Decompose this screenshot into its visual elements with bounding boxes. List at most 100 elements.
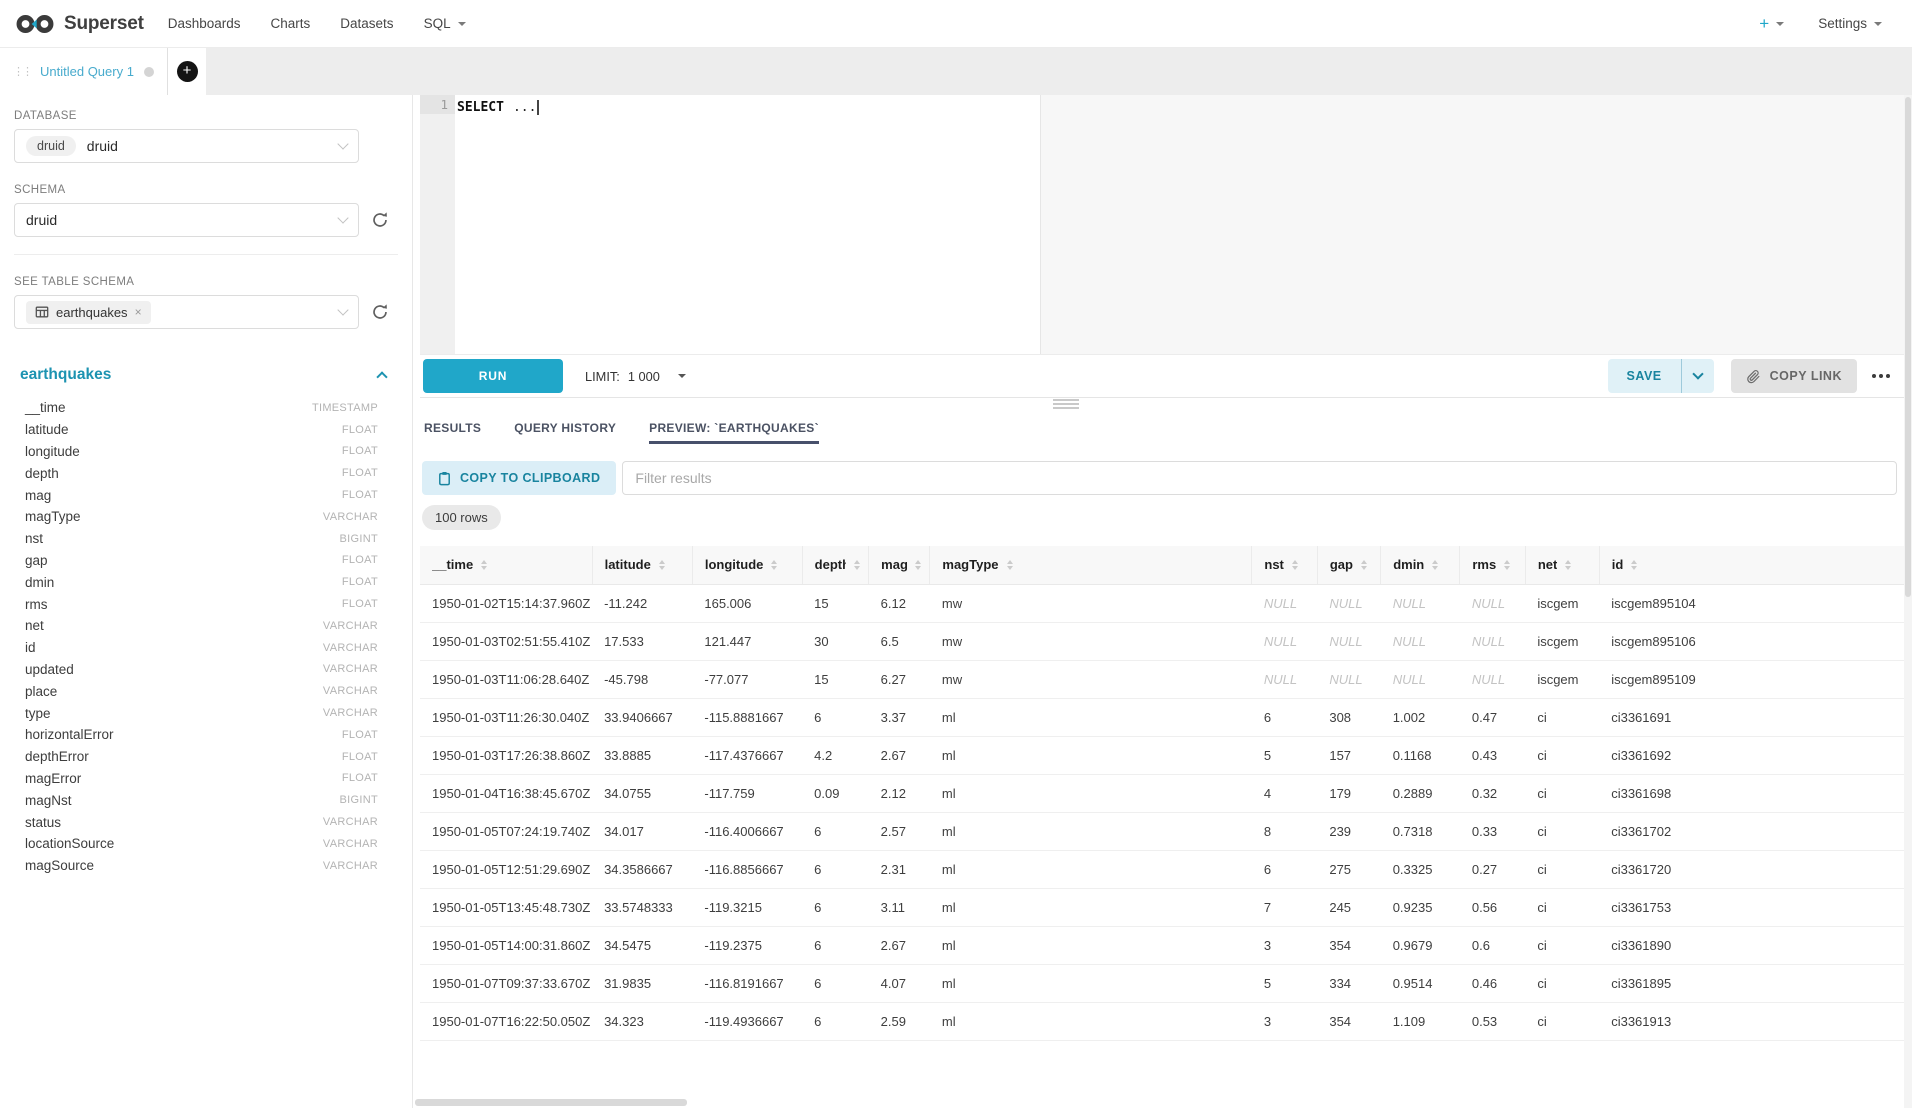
table-cell: ml bbox=[930, 964, 1252, 1002]
column-type: FLOAT bbox=[342, 467, 378, 479]
table-row: 1950-01-02T15:14:37.960Z-11.242165.00615… bbox=[420, 584, 1904, 622]
column-header-inner: dmin bbox=[1393, 557, 1451, 572]
column-name: type bbox=[25, 706, 51, 721]
new-item-button[interactable]: + bbox=[1759, 14, 1784, 34]
column-header-magtype[interactable]: magType bbox=[930, 546, 1252, 584]
column-header-inner: gap bbox=[1330, 557, 1372, 572]
column-name: longitude bbox=[25, 444, 80, 459]
table-cell: 1950-01-03T02:51:55.410Z bbox=[420, 622, 592, 660]
results-tab-query-history[interactable]: QUERY HISTORY bbox=[514, 421, 616, 444]
table-cell: 6 bbox=[802, 698, 869, 736]
schema-select[interactable]: druid bbox=[14, 203, 359, 237]
column-header-label: dmin bbox=[1393, 557, 1424, 572]
column-name: horizontalError bbox=[25, 727, 114, 742]
table-cell: -119.2375 bbox=[692, 926, 802, 964]
copy-to-clipboard-label: COPY TO CLIPBOARD bbox=[460, 471, 600, 485]
column-header-dmin[interactable]: dmin bbox=[1381, 546, 1460, 584]
column-header-label: depth bbox=[815, 557, 847, 572]
sort-icon bbox=[771, 560, 777, 570]
table-select[interactable]: earthquakes × bbox=[14, 295, 359, 329]
column-header-id[interactable]: id bbox=[1599, 546, 1904, 584]
sql-code-editor[interactable]: 1 SELECT ... bbox=[420, 95, 1912, 355]
superset-infinity-icon bbox=[14, 12, 56, 36]
null-cell: NULL bbox=[1252, 584, 1317, 622]
sort-icon bbox=[659, 560, 665, 570]
schema-column-nst: nstBIGINT bbox=[14, 528, 412, 550]
column-header-nst[interactable]: nst bbox=[1252, 546, 1317, 584]
results-tab-results[interactable]: RESULTS bbox=[424, 421, 481, 444]
table-grid-icon bbox=[35, 305, 49, 319]
nav-item-dashboards[interactable]: Dashboards bbox=[168, 16, 241, 31]
schema-column-dmin: dminFLOAT bbox=[14, 571, 412, 593]
table-cell: 1950-01-03T17:26:38.860Z bbox=[420, 736, 592, 774]
table-cell: ci bbox=[1525, 736, 1599, 774]
sort-asc-icon bbox=[481, 560, 487, 564]
column-header-label: nst bbox=[1264, 557, 1284, 572]
run-button[interactable]: RUN bbox=[423, 359, 563, 393]
column-header-mag[interactable]: mag bbox=[869, 546, 930, 584]
horizontal-scrollbar-thumb[interactable] bbox=[415, 1099, 687, 1106]
sort-icon bbox=[1631, 560, 1637, 570]
table-row: 1950-01-07T09:37:33.670Z31.9835-116.8191… bbox=[420, 964, 1904, 1002]
nav-item-sql[interactable]: SQL bbox=[424, 16, 466, 31]
filter-results-input[interactable] bbox=[622, 461, 1897, 495]
table-cell: ci bbox=[1525, 964, 1599, 1002]
table-cell: 1950-01-05T07:24:19.740Z bbox=[420, 812, 592, 850]
copy-link-button[interactable]: COPY LINK bbox=[1731, 359, 1857, 393]
save-button[interactable]: SAVE bbox=[1608, 359, 1681, 393]
column-name: __time bbox=[25, 400, 66, 415]
table-cell: ml bbox=[930, 926, 1252, 964]
sort-icon bbox=[1007, 560, 1013, 570]
save-options-button[interactable] bbox=[1681, 359, 1714, 393]
schema-value: druid bbox=[26, 212, 57, 228]
table-cell: 3 bbox=[1252, 1002, 1317, 1040]
sort-icon bbox=[1504, 560, 1510, 570]
column-header-rms[interactable]: rms bbox=[1460, 546, 1525, 584]
nav-item-datasets[interactable]: Datasets bbox=[340, 16, 393, 31]
refresh-schema-icon[interactable] bbox=[371, 211, 389, 229]
schema-column-time: __timeTIMESTAMP bbox=[14, 397, 412, 419]
table-cell: ci3361702 bbox=[1599, 812, 1904, 850]
column-header-longitude[interactable]: longitude bbox=[692, 546, 802, 584]
column-header-net[interactable]: net bbox=[1525, 546, 1599, 584]
table-cell: 0.9679 bbox=[1381, 926, 1460, 964]
brand-name: Superset bbox=[64, 13, 144, 35]
settings-menu[interactable]: Settings bbox=[1818, 16, 1882, 31]
column-header-gap[interactable]: gap bbox=[1317, 546, 1380, 584]
column-type: FLOAT bbox=[342, 772, 378, 784]
table-cell: 0.09 bbox=[802, 774, 869, 812]
caret-down-icon bbox=[1776, 22, 1784, 26]
results-tab-preview-earthquakes[interactable]: PREVIEW: `EARTHQUAKES` bbox=[649, 421, 819, 444]
resize-handle-icon[interactable] bbox=[1053, 399, 1079, 411]
column-header-time[interactable]: __time bbox=[420, 546, 592, 584]
schema-column-longitude: longitudeFLOAT bbox=[14, 441, 412, 463]
table-cell: 6 bbox=[802, 926, 869, 964]
caret-down-icon bbox=[678, 374, 686, 378]
limit-dropdown[interactable]: LIMIT: 1 000 bbox=[585, 369, 686, 384]
refresh-tables-icon[interactable] bbox=[371, 303, 389, 321]
sort-asc-icon bbox=[1504, 560, 1510, 564]
results-table: __timelatitudelongitude depth magmagType ns… bbox=[420, 546, 1904, 1041]
remove-table-icon[interactable]: × bbox=[135, 305, 142, 319]
table-row: 1950-01-03T11:26:30.040Z33.9406667-115.8… bbox=[420, 698, 1904, 736]
table-row: 1950-01-03T17:26:38.860Z33.8885-117.4376… bbox=[420, 736, 1904, 774]
copy-to-clipboard-button[interactable]: COPY TO CLIPBOARD bbox=[422, 461, 616, 495]
query-tab[interactable]: ⋮⋮ Untitled Query 1 × bbox=[0, 48, 168, 95]
nav-item-charts[interactable]: Charts bbox=[271, 16, 311, 31]
vertical-scrollbar-thumb[interactable] bbox=[1905, 97, 1911, 597]
add-tab-button[interactable]: + bbox=[177, 61, 198, 82]
column-type: FLOAT bbox=[342, 554, 378, 566]
sqllab-sidebar: DATABASE druid druid SCHEMA druid bbox=[0, 95, 413, 1108]
table-cell: 354 bbox=[1317, 1002, 1380, 1040]
table-schema-header[interactable]: earthquakes bbox=[20, 366, 386, 384]
column-header-latitude[interactable]: latitude bbox=[592, 546, 692, 584]
table-cell: 8 bbox=[1252, 812, 1317, 850]
column-header-depth[interactable]: depth bbox=[802, 546, 869, 584]
database-select[interactable]: druid druid bbox=[14, 129, 359, 163]
superset-logo[interactable]: Superset bbox=[14, 12, 144, 36]
database-label: DATABASE bbox=[14, 110, 412, 122]
table-cell: 5 bbox=[1252, 964, 1317, 1002]
more-options-button[interactable] bbox=[1872, 374, 1890, 378]
table-cell: -116.8856667 bbox=[692, 850, 802, 888]
table-cell: 4.2 bbox=[802, 736, 869, 774]
